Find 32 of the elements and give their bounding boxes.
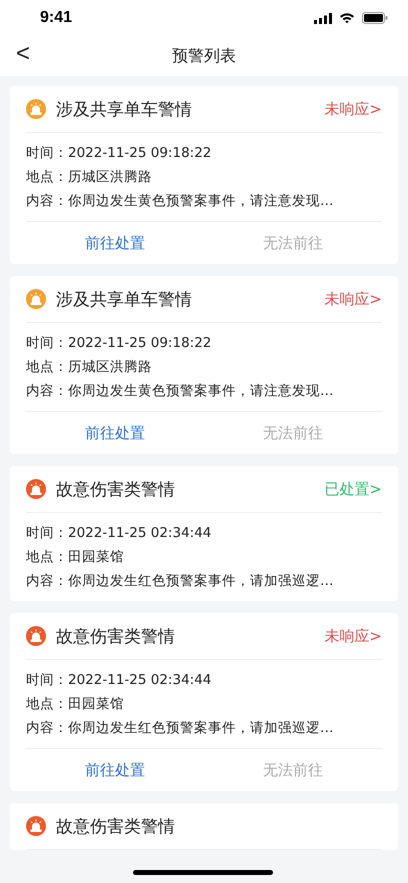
battery-icon bbox=[362, 12, 388, 24]
alert-location: 地点：历城区洪腾路 bbox=[26, 168, 153, 187]
alert-time: 时间：2022-11-25 02:34:44 bbox=[26, 524, 212, 543]
alert-title: 故意伤害类警情 bbox=[56, 478, 176, 500]
signal-icon bbox=[314, 12, 332, 24]
alert-title: 故意伤害类警情 bbox=[56, 626, 176, 648]
alert-title: 涉及共享单车警情 bbox=[56, 98, 193, 120]
alert-content: 内容：你周边发生黄色预警案事件，请注意发现… bbox=[26, 192, 334, 211]
alert-content: 内容：你周边发生红色预警案事件，请加强巡逻… bbox=[26, 572, 334, 591]
alert-title: 涉及共享单车警情 bbox=[56, 288, 193, 310]
go-button[interactable]: 前往处置 bbox=[26, 412, 204, 454]
page-title: 预警列表 bbox=[172, 46, 236, 66]
alert-card[interactable]: 故意伤害类警情 已处置> 时间：2022-11-25 02:34:44 地点：田园菜馆 内容：你周边发生红色预警案事件，请加强巡逻… bbox=[10, 466, 398, 601]
go-button[interactable]: 前往处置 bbox=[26, 222, 204, 264]
alert-card[interactable]: 故意伤害类警情 bbox=[10, 803, 398, 850]
status-link[interactable]: 未响应> bbox=[324, 626, 382, 646]
alert-location: 地点：田园菜馆 bbox=[26, 548, 125, 567]
alert-time: 时间：2022-11-25 09:18:22 bbox=[26, 334, 212, 353]
alert-location: 地点：历城区洪腾路 bbox=[26, 358, 153, 377]
wifi-icon bbox=[339, 12, 355, 24]
alert-content: 内容：你周边发生黄色预警案事件，请注意发现… bbox=[26, 382, 334, 401]
alert-time: 时间：2022-11-25 02:34:44 bbox=[26, 671, 212, 690]
alert-title: 故意伤害类警情 bbox=[56, 816, 176, 838]
go-button[interactable]: 前往处置 bbox=[26, 749, 204, 791]
alert-content: 内容：你周边发生红色预警案事件，请加强巡逻… bbox=[26, 719, 334, 738]
status-link[interactable]: 未响应> bbox=[324, 290, 382, 308]
alert-location: 地点：田园菜馆 bbox=[26, 695, 125, 714]
back-button[interactable]: < bbox=[10, 40, 36, 68]
status-link[interactable]: 未响应> bbox=[324, 100, 382, 118]
clock: 9:41 bbox=[40, 9, 72, 27]
status-link[interactable]: 已处置> bbox=[324, 480, 382, 498]
alert-time: 时间：2022-11-25 09:18:22 bbox=[26, 144, 212, 163]
